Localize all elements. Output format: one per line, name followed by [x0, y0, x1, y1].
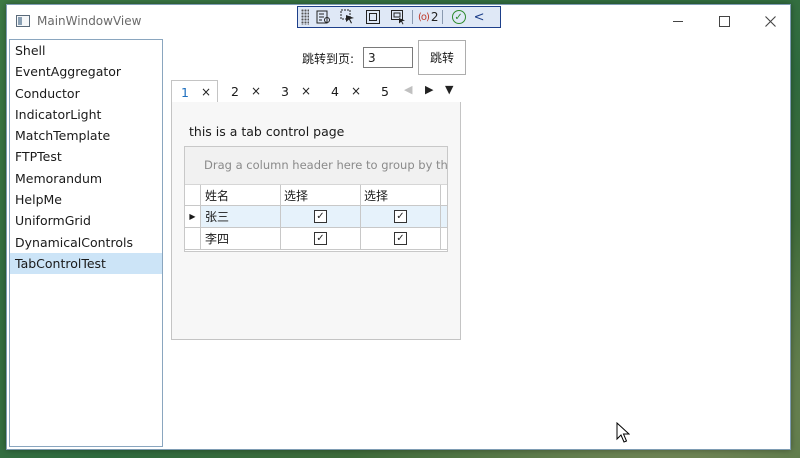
sidebar-item-conductor[interactable]: Conductor [10, 83, 162, 104]
tab-5[interactable]: 5 [381, 80, 389, 102]
sidebar-item-uniform-grid[interactable]: UniformGrid [10, 210, 162, 231]
tab-close-icon[interactable]: × [351, 84, 361, 98]
main-window: MainWindowView Shell EventAggregator Con… [6, 4, 791, 450]
tab-label: 1 [181, 84, 189, 100]
track-focused-element-icon[interactable] [387, 8, 409, 26]
tab-panel: this is a tab control page Drag a column… [171, 102, 461, 340]
hot-reload-ok-icon[interactable]: ✓ [451, 10, 466, 24]
xaml-debug-toolbar: (o) 2 ✓ < [297, 6, 501, 28]
toolbar-grip-icon[interactable] [301, 9, 309, 25]
current-row-indicator-icon: ▶ [185, 206, 201, 227]
sidebar-item-shell[interactable]: Shell [10, 40, 162, 61]
binding-failures-indicator[interactable]: (o) 2 [418, 10, 439, 24]
tab-close-icon[interactable]: × [301, 84, 311, 98]
sidebar-item-tab-control-test[interactable]: TabControlTest [10, 252, 162, 275]
sidebar-item-dynamical-controls[interactable]: DynamicalControls [10, 232, 162, 253]
tab-scroll-left-icon[interactable]: ◀ [404, 83, 412, 96]
live-visual-tree-icon[interactable] [312, 8, 334, 26]
row-header [185, 228, 201, 249]
tab-page-text: this is a tab control page [189, 124, 345, 139]
grid-header-row: 姓名 选择 选择 [185, 185, 447, 206]
mouse-cursor-icon [616, 422, 630, 443]
cell-name[interactable]: 张三 [201, 206, 281, 227]
sidebar-item-ftp-test[interactable]: FTPTest [10, 146, 162, 167]
table-row[interactable]: 李四 ✓ ✓ [185, 228, 447, 250]
collapse-toolbar-icon[interactable]: < [474, 10, 485, 25]
data-grid: Drag a column header here to group by th… [184, 146, 448, 252]
tab-4[interactable]: 4 × [331, 80, 361, 102]
sidebar-item-memorandum[interactable]: Memorandum [10, 168, 162, 189]
column-header-name[interactable]: 姓名 [201, 185, 281, 205]
toolbar-separator [412, 10, 413, 24]
checkbox[interactable]: ✓ [314, 210, 327, 223]
sidebar-item-event-aggregator[interactable]: EventAggregator [10, 61, 162, 82]
cell-select-2: ✓ [361, 228, 441, 249]
checkbox[interactable]: ✓ [394, 210, 407, 223]
app-window-icon [16, 15, 30, 27]
cell-select-2: ✓ [361, 206, 441, 227]
tab-scroll-right-icon[interactable]: ▶ [425, 83, 433, 96]
window-title: MainWindowView [37, 14, 142, 28]
close-button[interactable] [747, 5, 793, 37]
cell-name[interactable]: 李四 [201, 228, 281, 249]
content-area: 跳转到页: 跳转 1 × 2 × 3 × 4 × 5 ◀ ▶ [163, 39, 790, 447]
select-element-icon[interactable] [337, 8, 359, 26]
binding-failure-count: 2 [430, 10, 439, 24]
tab-close-icon[interactable]: × [251, 84, 261, 98]
tab-label: 3 [281, 83, 289, 99]
cell-filler [441, 228, 447, 249]
group-by-panel[interactable]: Drag a column header here to group by th… [185, 147, 447, 185]
sidebar-item-match-template[interactable]: MatchTemplate [10, 125, 162, 146]
tab-strip: 1 × 2 × 3 × 4 × 5 ◀ ▶ ▼ [171, 80, 461, 103]
jump-button[interactable]: 跳转 [418, 40, 466, 75]
column-header-select-2[interactable]: 选择 [361, 185, 441, 205]
column-header-select-1[interactable]: 选择 [281, 185, 361, 205]
tab-3[interactable]: 3 × [281, 80, 311, 102]
cell-filler [441, 206, 447, 227]
tab-label: 2 [231, 83, 239, 99]
tab-label: 5 [381, 83, 389, 99]
jump-to-page-label: 跳转到页: [302, 52, 355, 66]
checkbox[interactable]: ✓ [394, 232, 407, 245]
sidebar-item-indicator-light[interactable]: IndicatorLight [10, 104, 162, 125]
column-header-filler [441, 185, 447, 205]
tab-2[interactable]: 2 × [231, 80, 261, 102]
row-header-corner [185, 185, 201, 205]
page-number-input[interactable] [363, 47, 413, 68]
maximize-button[interactable] [701, 5, 747, 37]
tab-1[interactable]: 1 × [171, 80, 219, 103]
display-layout-adorners-icon[interactable] [362, 8, 384, 26]
tab-label: 4 [331, 83, 339, 99]
toolbar-separator [441, 10, 443, 24]
sidebar-nav: Shell EventAggregator Conductor Indicato… [9, 39, 163, 447]
binding-failure-icon: (o) [418, 11, 430, 23]
close-icon [764, 15, 776, 27]
tab-dropdown-icon[interactable]: ▼ [445, 83, 453, 96]
sidebar-item-help-me[interactable]: HelpMe [10, 189, 162, 210]
cell-select-1: ✓ [281, 228, 361, 249]
minimize-button[interactable] [655, 5, 701, 37]
checkbox[interactable]: ✓ [314, 232, 327, 245]
cell-select-1: ✓ [281, 206, 361, 227]
table-row[interactable]: ▶ 张三 ✓ ✓ [185, 206, 447, 228]
tab-close-icon[interactable]: × [201, 85, 211, 99]
